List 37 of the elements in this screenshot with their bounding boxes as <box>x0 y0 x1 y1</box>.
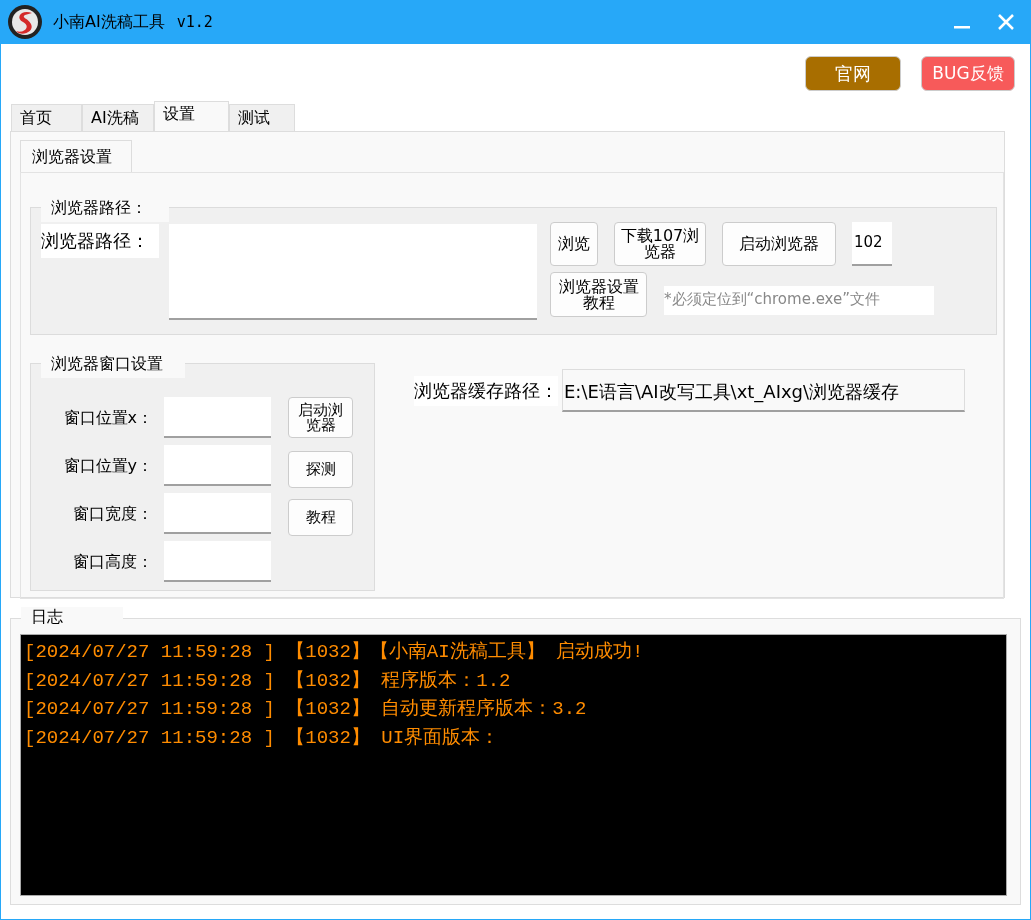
path-field[interactable] <box>169 224 537 320</box>
close-icon[interactable] <box>996 12 1016 32</box>
field-label: 窗口位置x： <box>62 407 153 429</box>
field-label: 浏览器路径： <box>41 224 159 258</box>
version-label: v1.2 <box>176 13 213 31</box>
button[interactable]: 教程 <box>288 499 353 536</box>
tab[interactable]: AI洗稿 <box>82 104 154 131</box>
button[interactable]: 启动浏览器 <box>722 222 836 266</box>
field-label: 窗口位置y： <box>62 455 153 477</box>
group-title: 浏览器窗口设置 <box>41 353 185 378</box>
field-label: 浏览器缓存路径： <box>414 375 558 406</box>
hint-text: *必须定位到“chrome.exe”文件 <box>664 286 934 315</box>
field-label: 窗口宽度： <box>72 503 153 525</box>
tab[interactable]: 浏览器设置 <box>20 140 132 172</box>
input-field[interactable] <box>164 445 271 486</box>
tab[interactable]: 首页 <box>11 104 82 131</box>
logo-icon <box>7 4 43 40</box>
button[interactable]: 探测 <box>288 451 353 488</box>
input-field[interactable]: 102 <box>852 222 892 266</box>
window-title: 小南AI洗稿工具 <box>53 11 165 33</box>
button[interactable]: 启动浏览器 <box>288 397 353 438</box>
path-field[interactable]: E:\E语言\AI改写工具\xt_AIxg\浏览器缓存 <box>562 369 965 412</box>
input-field[interactable] <box>164 541 271 582</box>
button[interactable]: 浏览 <box>550 222 598 266</box>
log-line: [2024/07/27 11:59:28 ] 【1032】 自动更新程序版本：3.2 <box>24 697 588 722</box>
header-button[interactable]: 官网 <box>805 56 901 91</box>
log-line: [2024/07/27 11:59:28 ] 【1032】 UI界面版本： <box>24 725 501 751</box>
tab[interactable]: 设置 <box>154 101 229 131</box>
input-field[interactable] <box>164 493 271 534</box>
field-label: 窗口高度： <box>72 551 153 573</box>
button[interactable]: 浏览器设置教程 <box>550 272 647 317</box>
tab[interactable]: 测试 <box>229 104 295 131</box>
log-line: [2024/07/27 11:59:28 ] 【1032】【小南AI洗稿工具】 启动成功! <box>24 640 645 665</box>
button[interactable]: 下载107浏览器 <box>614 222 706 266</box>
input-field[interactable] <box>164 397 271 438</box>
log-line: [2024/07/27 11:59:28 ] 【1032】 程序版本：1.2 <box>24 668 512 694</box>
group-title: 浏览器路径： <box>41 197 169 222</box>
